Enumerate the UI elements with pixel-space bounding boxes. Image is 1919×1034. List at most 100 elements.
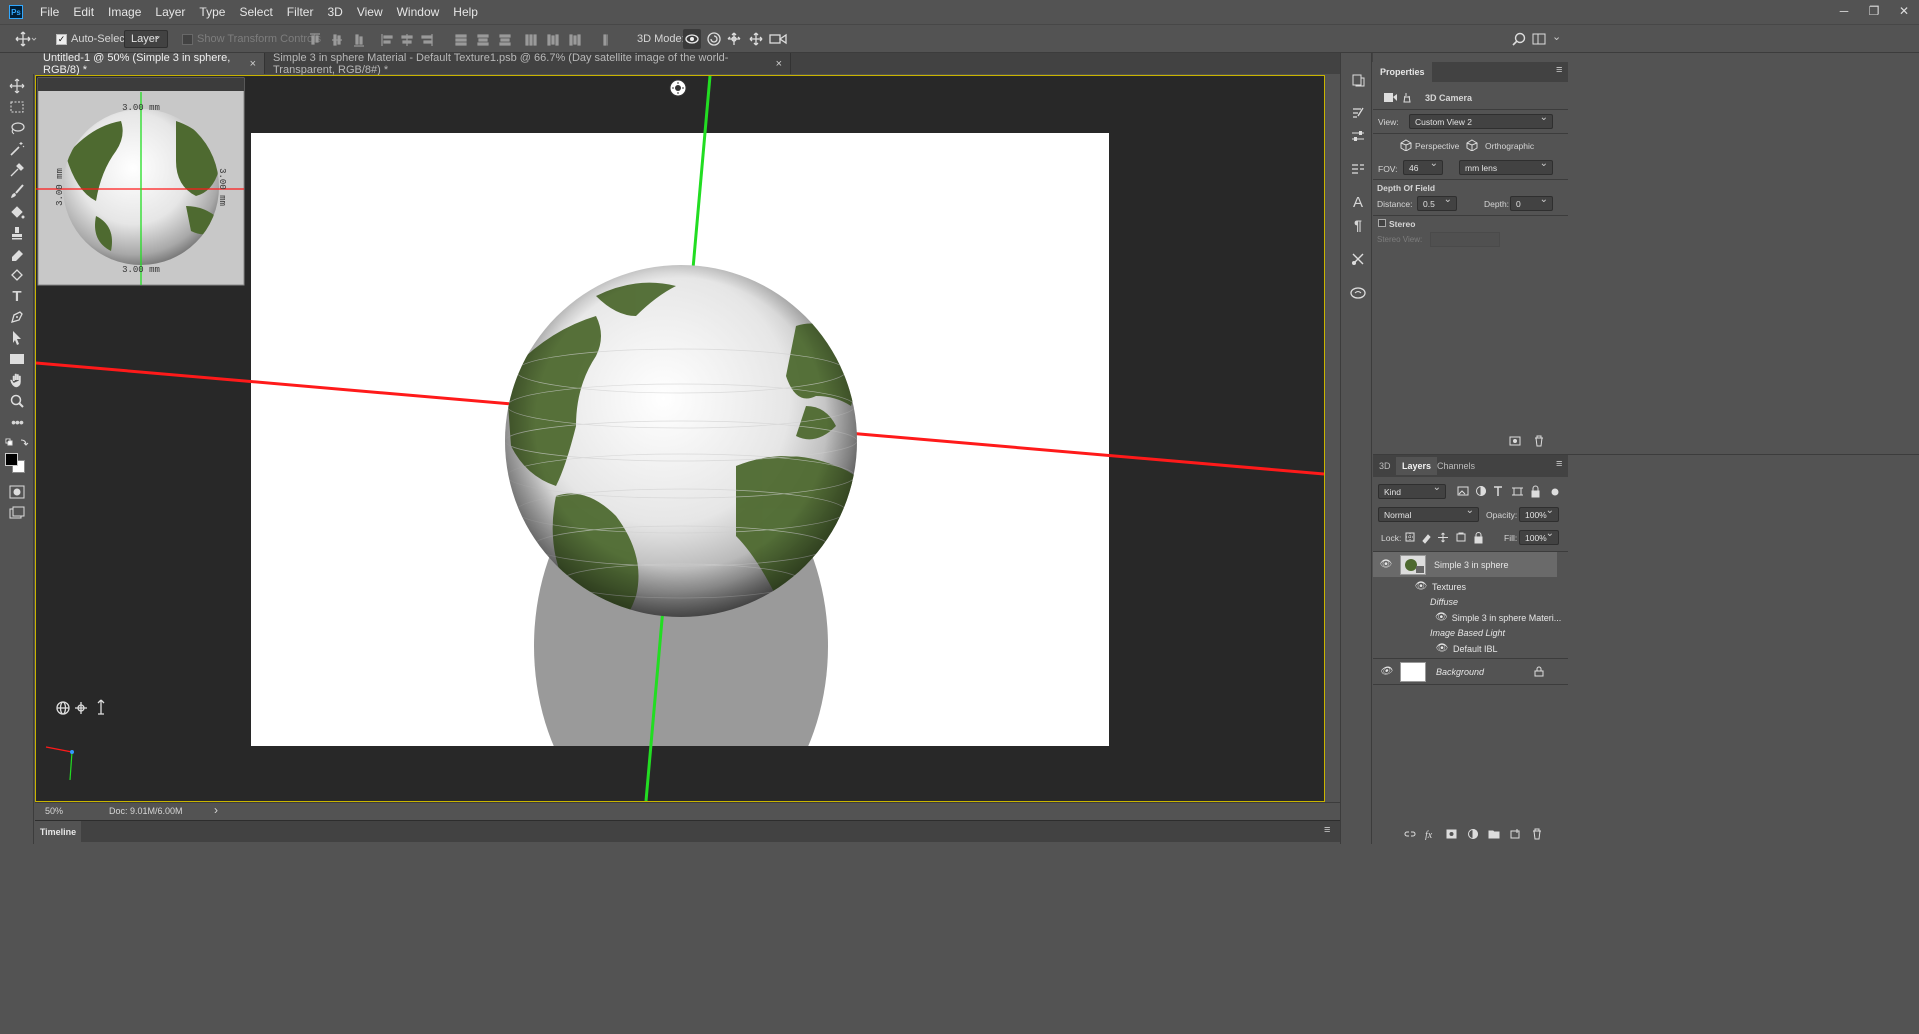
menu-item-view[interactable]: View [350, 0, 390, 24]
fill-input[interactable]: 100% [1519, 528, 1559, 545]
view-dropdown[interactable]: Custom View 2 [1409, 112, 1553, 129]
default-colors-icon[interactable] [5, 438, 29, 448]
stereo-checkbox[interactable] [1378, 219, 1386, 227]
stamp-tool[interactable] [8, 224, 26, 242]
panel-menu-icon[interactable]: ≡ [1556, 64, 1562, 76]
layer-row-default-ibl[interactable]: 👁 Default IBL [1373, 641, 1557, 656]
gradient-tool[interactable] [8, 266, 26, 284]
layers-footer-icons[interactable]: fx [1403, 828, 1563, 840]
auto-select-toggle[interactable]: ✓ Auto-Select: [56, 30, 131, 48]
checkmark-icon[interactable]: ✓ [56, 33, 67, 45]
tab-untitled-1[interactable]: Untitled-1 @ 50% (Simple 3 in sphere, RG… [35, 52, 265, 76]
fov-input[interactable]: 46 [1403, 158, 1443, 175]
paragraph-styles-icon[interactable] [1350, 161, 1366, 177]
adjustments-icon[interactable] [1350, 128, 1366, 144]
timeline-tab[interactable]: Timeline [35, 821, 81, 842]
properties-title[interactable]: Properties [1373, 62, 1432, 82]
menu-item-image[interactable]: Image [101, 0, 148, 24]
layer-row-3d[interactable]: 👁 Simple 3 in sphere [1373, 552, 1557, 577]
close-tab-icon[interactable]: × [776, 58, 782, 70]
rectangle-tool[interactable] [8, 350, 26, 368]
eye-icon[interactable]: 👁 [1435, 612, 1448, 623]
zoom-level[interactable]: 50% [45, 806, 63, 816]
panel-menu-icon[interactable]: ≡ [1556, 458, 1562, 470]
lock-options-icons[interactable] [1405, 532, 1489, 544]
eye-icon[interactable]: 👁 [1379, 559, 1393, 570]
paragraph-icon[interactable]: ¶ [1350, 217, 1366, 233]
fov-unit-dropdown[interactable]: mm lens [1459, 158, 1553, 175]
opacity-input[interactable]: 100% [1519, 505, 1559, 522]
close-window-button[interactable]: ✕ [1889, 0, 1919, 24]
perspective-label[interactable]: Perspective [1415, 141, 1459, 151]
minimize-button[interactable]: ─ [1829, 0, 1859, 24]
filter-kind-dropdown[interactable]: Kind [1378, 482, 1446, 499]
more-tools[interactable]: ••• [8, 413, 26, 431]
layer-filter-icons[interactable] [1457, 485, 1565, 499]
tab-texture-psb[interactable]: Simple 3 in sphere Material - Default Te… [265, 52, 791, 76]
trash-icon[interactable] [1533, 435, 1545, 447]
paint-bucket-tool[interactable] [8, 203, 26, 221]
status-menu-arrow[interactable]: › [214, 803, 218, 817]
layer-row-material[interactable]: 👁 Simple 3 in sphere Materi... [1373, 610, 1561, 625]
lasso-tool[interactable] [8, 119, 26, 137]
layer-row-ibl[interactable]: Image Based Light [1373, 625, 1557, 640]
close-tab-icon[interactable]: × [250, 58, 256, 70]
zoom-tool[interactable] [8, 392, 26, 410]
restore-button[interactable]: ❐ [1859, 0, 1889, 24]
libraries-icon[interactable] [1350, 284, 1366, 300]
eye-icon[interactable]: 👁 [1379, 666, 1393, 677]
orthographic-label[interactable]: Orthographic [1485, 141, 1534, 151]
eraser-tool[interactable] [8, 245, 26, 263]
eyedropper-tool[interactable] [8, 161, 26, 179]
menu-item-help[interactable]: Help [446, 0, 485, 24]
blend-mode-dropdown[interactable]: Normal [1378, 505, 1479, 522]
history-icon[interactable] [1350, 72, 1366, 88]
3d-mode-tools[interactable] [706, 31, 796, 47]
distance-input[interactable]: 0.5 [1417, 194, 1457, 211]
screen-mode-tool[interactable] [8, 504, 26, 522]
menu-item-filter[interactable]: Filter [280, 0, 321, 24]
marquee-tool[interactable] [8, 98, 26, 116]
orbit-3d-object-button[interactable] [683, 29, 701, 49]
menu-item-window[interactable]: Window [390, 0, 447, 24]
eye-icon[interactable]: 👁 [1435, 643, 1449, 654]
magic-wand-tool[interactable] [8, 140, 26, 158]
tab-channels[interactable]: Channels [1431, 457, 1481, 475]
character-icon[interactable]: A [1350, 194, 1366, 211]
menu-item-layer[interactable]: Layer [148, 0, 192, 24]
brush-settings-icon[interactable] [1350, 105, 1366, 121]
depth-input[interactable]: 0 [1510, 194, 1553, 211]
auto-select-target-dropdown[interactable]: Layer [124, 29, 168, 48]
align-distribute-icons[interactable] [308, 32, 608, 48]
menu-item-select[interactable]: Select [232, 0, 279, 24]
path-selection-tool[interactable] [8, 329, 26, 347]
workspace-icon[interactable] [1532, 32, 1546, 46]
panel-menu-icon[interactable]: ≡ [1324, 824, 1330, 836]
search-icon[interactable] [1512, 32, 1526, 46]
unchecked-box-icon[interactable] [182, 33, 193, 45]
menu-item-file[interactable]: File [33, 0, 66, 24]
tab-3d[interactable]: 3D [1373, 457, 1397, 475]
render-icon[interactable] [1509, 435, 1521, 447]
canvas-area[interactable]: 3.00 mm 3.00 mm 3.00 mm 3.00 mm [35, 75, 1325, 802]
type-tool[interactable]: T [8, 287, 26, 305]
move-tool[interactable] [8, 77, 26, 95]
3d-scene[interactable]: 3.00 mm 3.00 mm 3.00 mm 3.00 mm [36, 76, 1324, 801]
orthographic-cube-icon[interactable] [1466, 139, 1478, 151]
layer-row-diffuse[interactable]: Diffuse [1373, 594, 1557, 609]
eye-icon[interactable]: 👁 [1414, 581, 1428, 592]
move-tool-preset-button[interactable] [14, 30, 40, 48]
pen-tool[interactable] [8, 308, 26, 326]
chevron-down-icon[interactable]: ⌄ [1552, 30, 1561, 43]
perspective-cube-icon[interactable] [1400, 139, 1412, 151]
menu-item-type[interactable]: Type [192, 0, 232, 24]
quick-mask-tool[interactable] [8, 483, 26, 501]
layer-row-textures[interactable]: 👁 Textures [1373, 579, 1557, 594]
foreground-color-swatch[interactable] [5, 453, 18, 466]
brush-tool[interactable] [8, 182, 26, 200]
menu-item-edit[interactable]: Edit [66, 0, 101, 24]
layer-row-background[interactable]: 👁 Background [1373, 659, 1557, 684]
menu-item-3d[interactable]: 3D [320, 0, 349, 24]
show-transform-controls-toggle[interactable]: Show Transform Controls [182, 30, 321, 48]
tool-presets-icon[interactable] [1350, 251, 1366, 267]
